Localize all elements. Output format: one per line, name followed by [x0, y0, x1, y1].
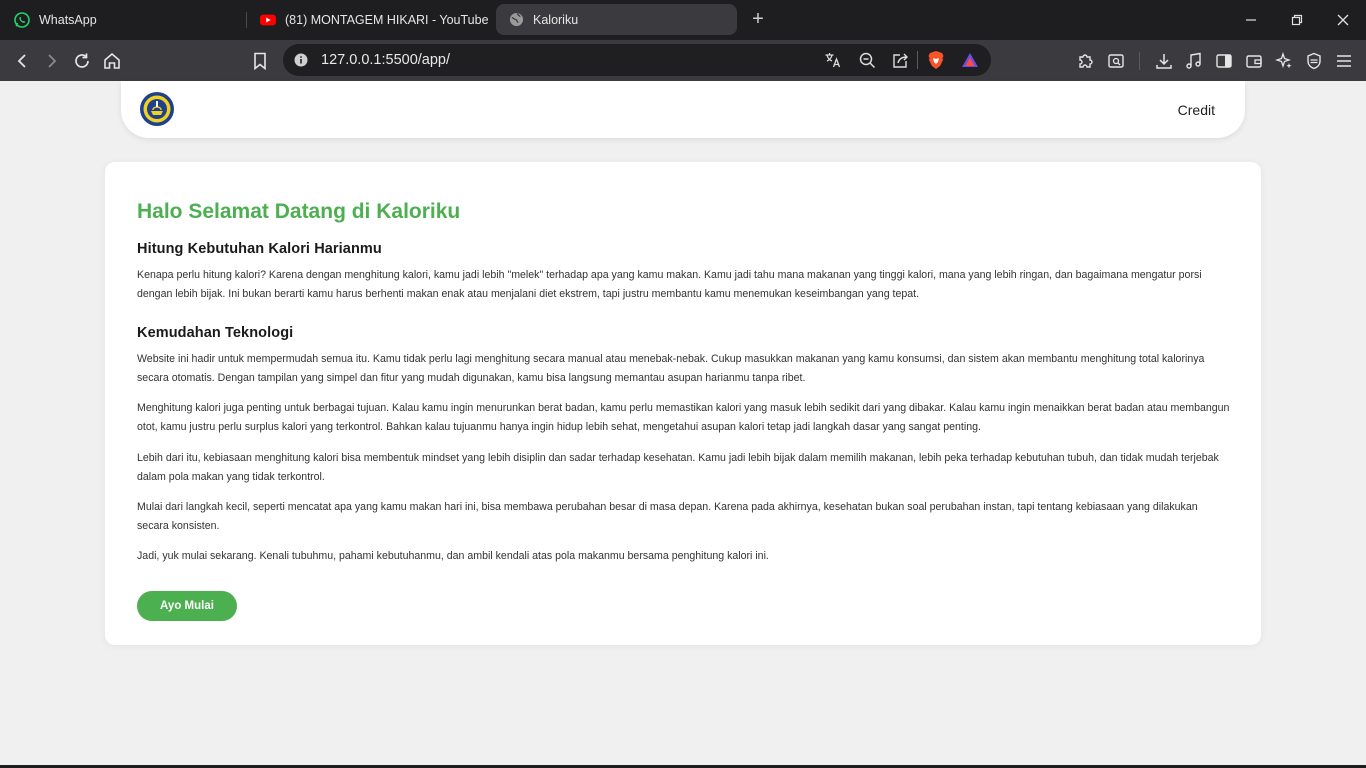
url-text[interactable]: 127.0.0.1:5500/app/	[321, 52, 450, 68]
close-icon[interactable]	[1332, 9, 1354, 31]
tab-kaloriku[interactable]: Kaloriku	[496, 4, 737, 35]
restore-icon[interactable]	[1286, 9, 1308, 31]
reading-list-icon[interactable]	[1104, 49, 1128, 73]
start-button[interactable]: Ayo Mulai	[137, 591, 237, 621]
paragraph: Mulai dari langkah kecil, seperti mencat…	[137, 501, 1198, 532]
download-icon[interactable]	[1152, 49, 1176, 73]
minimize-icon[interactable]	[1240, 9, 1262, 31]
home-icon[interactable]	[100, 49, 124, 73]
tab-title: WhatsApp	[39, 12, 97, 27]
browser-tab-bar: WhatsApp (81) MONTAGEM HIKARI - YouTube …	[0, 0, 1366, 40]
leo-ai-icon[interactable]	[1272, 49, 1296, 73]
browser-toolbar: 127.0.0.1:5500/app/	[0, 40, 1366, 81]
globe-icon	[508, 12, 524, 28]
forward-icon[interactable]	[40, 49, 64, 73]
tab-title: Kaloriku	[533, 12, 579, 27]
zoom-icon[interactable]	[857, 50, 877, 70]
vpn-icon[interactable]	[1302, 49, 1326, 73]
new-tab-button[interactable]: +	[748, 8, 768, 30]
tab-whatsapp[interactable]: WhatsApp	[14, 4, 244, 35]
site-navbar: Credit	[121, 81, 1245, 138]
credit-link[interactable]: Credit	[1178, 102, 1215, 118]
toolbar-divider	[1139, 52, 1140, 70]
whatsapp-icon	[14, 11, 30, 28]
brave-shields-icon[interactable]	[926, 50, 946, 70]
brave-rewards-icon[interactable]	[960, 50, 980, 70]
extensions-icon[interactable]	[1074, 49, 1098, 73]
section-heading-kalori: Hitung Kebutuhan Kalori Harianmu	[137, 241, 382, 257]
wallet-icon[interactable]	[1242, 49, 1266, 73]
menu-icon[interactable]	[1332, 49, 1356, 73]
share-icon[interactable]	[890, 50, 910, 70]
page-title: Halo Selamat Datang di Kaloriku	[137, 200, 461, 223]
bookmark-icon[interactable]	[248, 49, 272, 73]
tab-divider	[246, 12, 247, 28]
back-icon[interactable]	[10, 49, 34, 73]
tab-youtube[interactable]: (81) MONTAGEM HIKARI - YouTube	[260, 4, 490, 35]
paragraph: Lebih dari itu, kebiasaan menghitung kal…	[137, 452, 1219, 483]
youtube-icon	[260, 12, 276, 28]
paragraph: Menghitung kalori juga penting untuk ber…	[137, 402, 1230, 433]
address-bar[interactable]: 127.0.0.1:5500/app/	[283, 44, 991, 76]
media-icon[interactable]	[1182, 49, 1206, 73]
welcome-card: Halo Selamat Datang di Kaloriku Hitung K…	[105, 162, 1261, 645]
section-heading-teknologi: Kemudahan Teknologi	[137, 325, 294, 341]
reload-icon[interactable]	[70, 49, 94, 73]
tab-title: (81) MONTAGEM HIKARI - YouTube	[285, 12, 489, 27]
site-info-icon[interactable]	[291, 50, 311, 70]
paragraph: Jadi, yuk mulai sekarang. Kenali tubuhmu…	[137, 550, 769, 562]
paragraph: Website ini hadir untuk mempermudah semu…	[137, 353, 1205, 384]
translate-icon[interactable]	[823, 50, 843, 70]
site-logo[interactable]	[139, 91, 175, 127]
paragraph: Kenapa perlu hitung kalori? Karena denga…	[137, 269, 1202, 300]
urlbar-divider	[917, 51, 918, 69]
sidebar-icon[interactable]	[1212, 49, 1236, 73]
